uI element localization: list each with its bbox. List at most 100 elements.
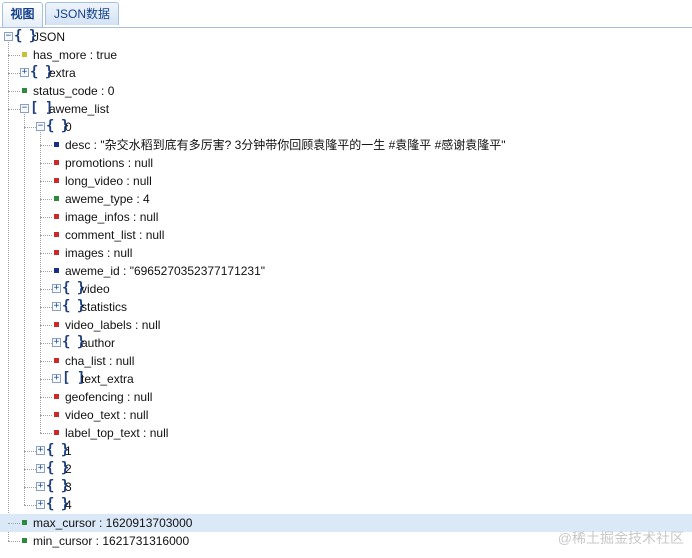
tree-node-label: cha_list : null (65, 354, 135, 368)
tree-connector (40, 379, 52, 380)
tree-node-label: statistics (81, 300, 128, 314)
tab-view[interactable]: 视图 (2, 2, 43, 27)
tree-node-label: aweme_type : 4 (65, 192, 150, 206)
tree-node-author[interactable]: +{ } author (0, 334, 692, 352)
tree-node-label: text_extra (81, 372, 134, 386)
tree-node-0[interactable]: −{ } 0 (0, 118, 692, 136)
number-type-icon (54, 196, 59, 201)
tree-node-3[interactable]: +{ } 3 (0, 478, 692, 496)
tree-node-long-video[interactable]: long_video : null (0, 172, 692, 190)
null-type-icon (54, 322, 59, 327)
tree-connector (40, 433, 52, 434)
tree-node-label: 0 (65, 120, 72, 134)
tree-connector (40, 325, 52, 326)
null-type-icon (54, 214, 59, 219)
tree-node-label: max_cursor : 1620913703000 (33, 516, 193, 530)
null-type-icon (54, 358, 59, 363)
tree-node-label: promotions : null (65, 156, 154, 170)
tree-node-label: image_infos : null (65, 210, 159, 224)
tree-node-desc[interactable]: desc : "杂交水稻到底有多厉害? 3分钟带你回顾袁隆平的一生 #袁隆平 #… (0, 136, 692, 154)
expand-toggle-icon[interactable]: + (20, 68, 29, 77)
number-type-icon (22, 538, 27, 543)
tab-bar: 视图 JSON数据 (0, 0, 692, 28)
tree-node-status-code[interactable]: status_code : 0 (0, 82, 692, 100)
tree-node-geofencing[interactable]: geofencing : null (0, 388, 692, 406)
tree-connector (40, 415, 52, 416)
tree-connector (8, 523, 20, 524)
tree-node-label: label_top_text : null (65, 426, 169, 440)
tree-node-cha-list[interactable]: cha_list : null (0, 352, 692, 370)
tree-connector (40, 253, 52, 254)
tree-connector (40, 181, 52, 182)
number-type-icon (22, 88, 27, 93)
tree-connector (8, 91, 20, 92)
tree-node-promotions[interactable]: promotions : null (0, 154, 692, 172)
string-type-icon (54, 268, 59, 273)
tree-node-extra[interactable]: +{ } extra (0, 64, 692, 82)
tree-connector (24, 451, 36, 452)
tree-node-4[interactable]: +{ } 4 (0, 496, 692, 514)
tree-node-label: has_more : true (33, 48, 118, 62)
collapse-toggle-icon[interactable]: − (20, 104, 29, 113)
null-type-icon (54, 250, 59, 255)
tree-node-label: video (81, 282, 110, 296)
null-type-icon (54, 394, 59, 399)
tree-connector (8, 109, 20, 110)
expand-toggle-icon[interactable]: + (52, 338, 61, 347)
tree-node-label: video_text : null (65, 408, 149, 422)
expand-toggle-icon[interactable]: + (36, 464, 45, 473)
tree-node-video-labels[interactable]: video_labels : null (0, 316, 692, 334)
tree-node-aweme-id[interactable]: aweme_id : "6965270352377171231" (0, 262, 692, 280)
tree-connector (40, 163, 52, 164)
expand-toggle-icon[interactable]: + (52, 374, 61, 383)
tree-node-statistics[interactable]: +{ } statistics (0, 298, 692, 316)
tree-node-aweme-type[interactable]: aweme_type : 4 (0, 190, 692, 208)
expand-toggle-icon[interactable]: + (36, 500, 45, 509)
tree-connector (40, 235, 52, 236)
expand-toggle-icon[interactable]: + (52, 302, 61, 311)
expand-toggle-icon[interactable]: + (36, 482, 45, 491)
tree-connector (8, 55, 20, 56)
collapse-toggle-icon[interactable]: − (36, 122, 45, 131)
tree-node-label: geofencing : null (65, 390, 153, 404)
tree-node-label: 2 (65, 462, 72, 476)
tree-node-label: min_cursor : 1621731316000 (33, 534, 190, 548)
tree-node-1[interactable]: +{ } 1 (0, 442, 692, 460)
collapse-toggle-icon[interactable]: − (4, 32, 13, 41)
tree-node-video[interactable]: +{ } video (0, 280, 692, 298)
tree-node-2[interactable]: +{ } 2 (0, 460, 692, 478)
tree-connector (40, 271, 52, 272)
expand-toggle-icon[interactable]: + (52, 284, 61, 293)
tree-node-image-infos[interactable]: image_infos : null (0, 208, 692, 226)
tree-connector (40, 199, 52, 200)
tree-node-label-top-text[interactable]: label_top_text : null (0, 424, 692, 442)
tree-node-text-extra[interactable]: +[ ] text_extra (0, 370, 692, 388)
null-type-icon (54, 412, 59, 417)
tree-node-has-more[interactable]: has_more : true (0, 46, 692, 64)
tree-node-JSON[interactable]: −{ } JSON (0, 28, 692, 46)
tree-connector (40, 307, 52, 308)
tree-node-label: status_code : 0 (33, 84, 115, 98)
tree-node-label: 3 (65, 480, 72, 494)
tree-connector (40, 217, 52, 218)
boolean-type-icon (22, 52, 27, 57)
tree-node-comment-list[interactable]: comment_list : null (0, 226, 692, 244)
tree-node-label: author (81, 336, 116, 350)
tree-node-label: desc : "杂交水稻到底有多厉害? 3分钟带你回顾袁隆平的一生 #袁隆平 #… (65, 138, 506, 152)
tree-node-images[interactable]: images : null (0, 244, 692, 262)
string-type-icon (54, 142, 59, 147)
tree-node-video-text[interactable]: video_text : null (0, 406, 692, 424)
tree-node-label: images : null (65, 246, 133, 260)
tree-node-label: extra (49, 66, 76, 80)
expand-toggle-icon[interactable]: + (36, 446, 45, 455)
tree-connector (40, 289, 52, 290)
watermark: @稀土掘金技术社区 (557, 530, 684, 546)
tree-node-label: video_labels : null (65, 318, 161, 332)
tree-connector (24, 127, 36, 128)
null-type-icon (54, 160, 59, 165)
tree-connector (24, 487, 36, 488)
tree-node-label: 1 (65, 444, 72, 458)
tab-json-data[interactable]: JSON数据 (45, 2, 119, 25)
tree-node-aweme-list[interactable]: −[ ] aweme_list (0, 100, 692, 118)
tree-node-label: 4 (65, 498, 72, 512)
